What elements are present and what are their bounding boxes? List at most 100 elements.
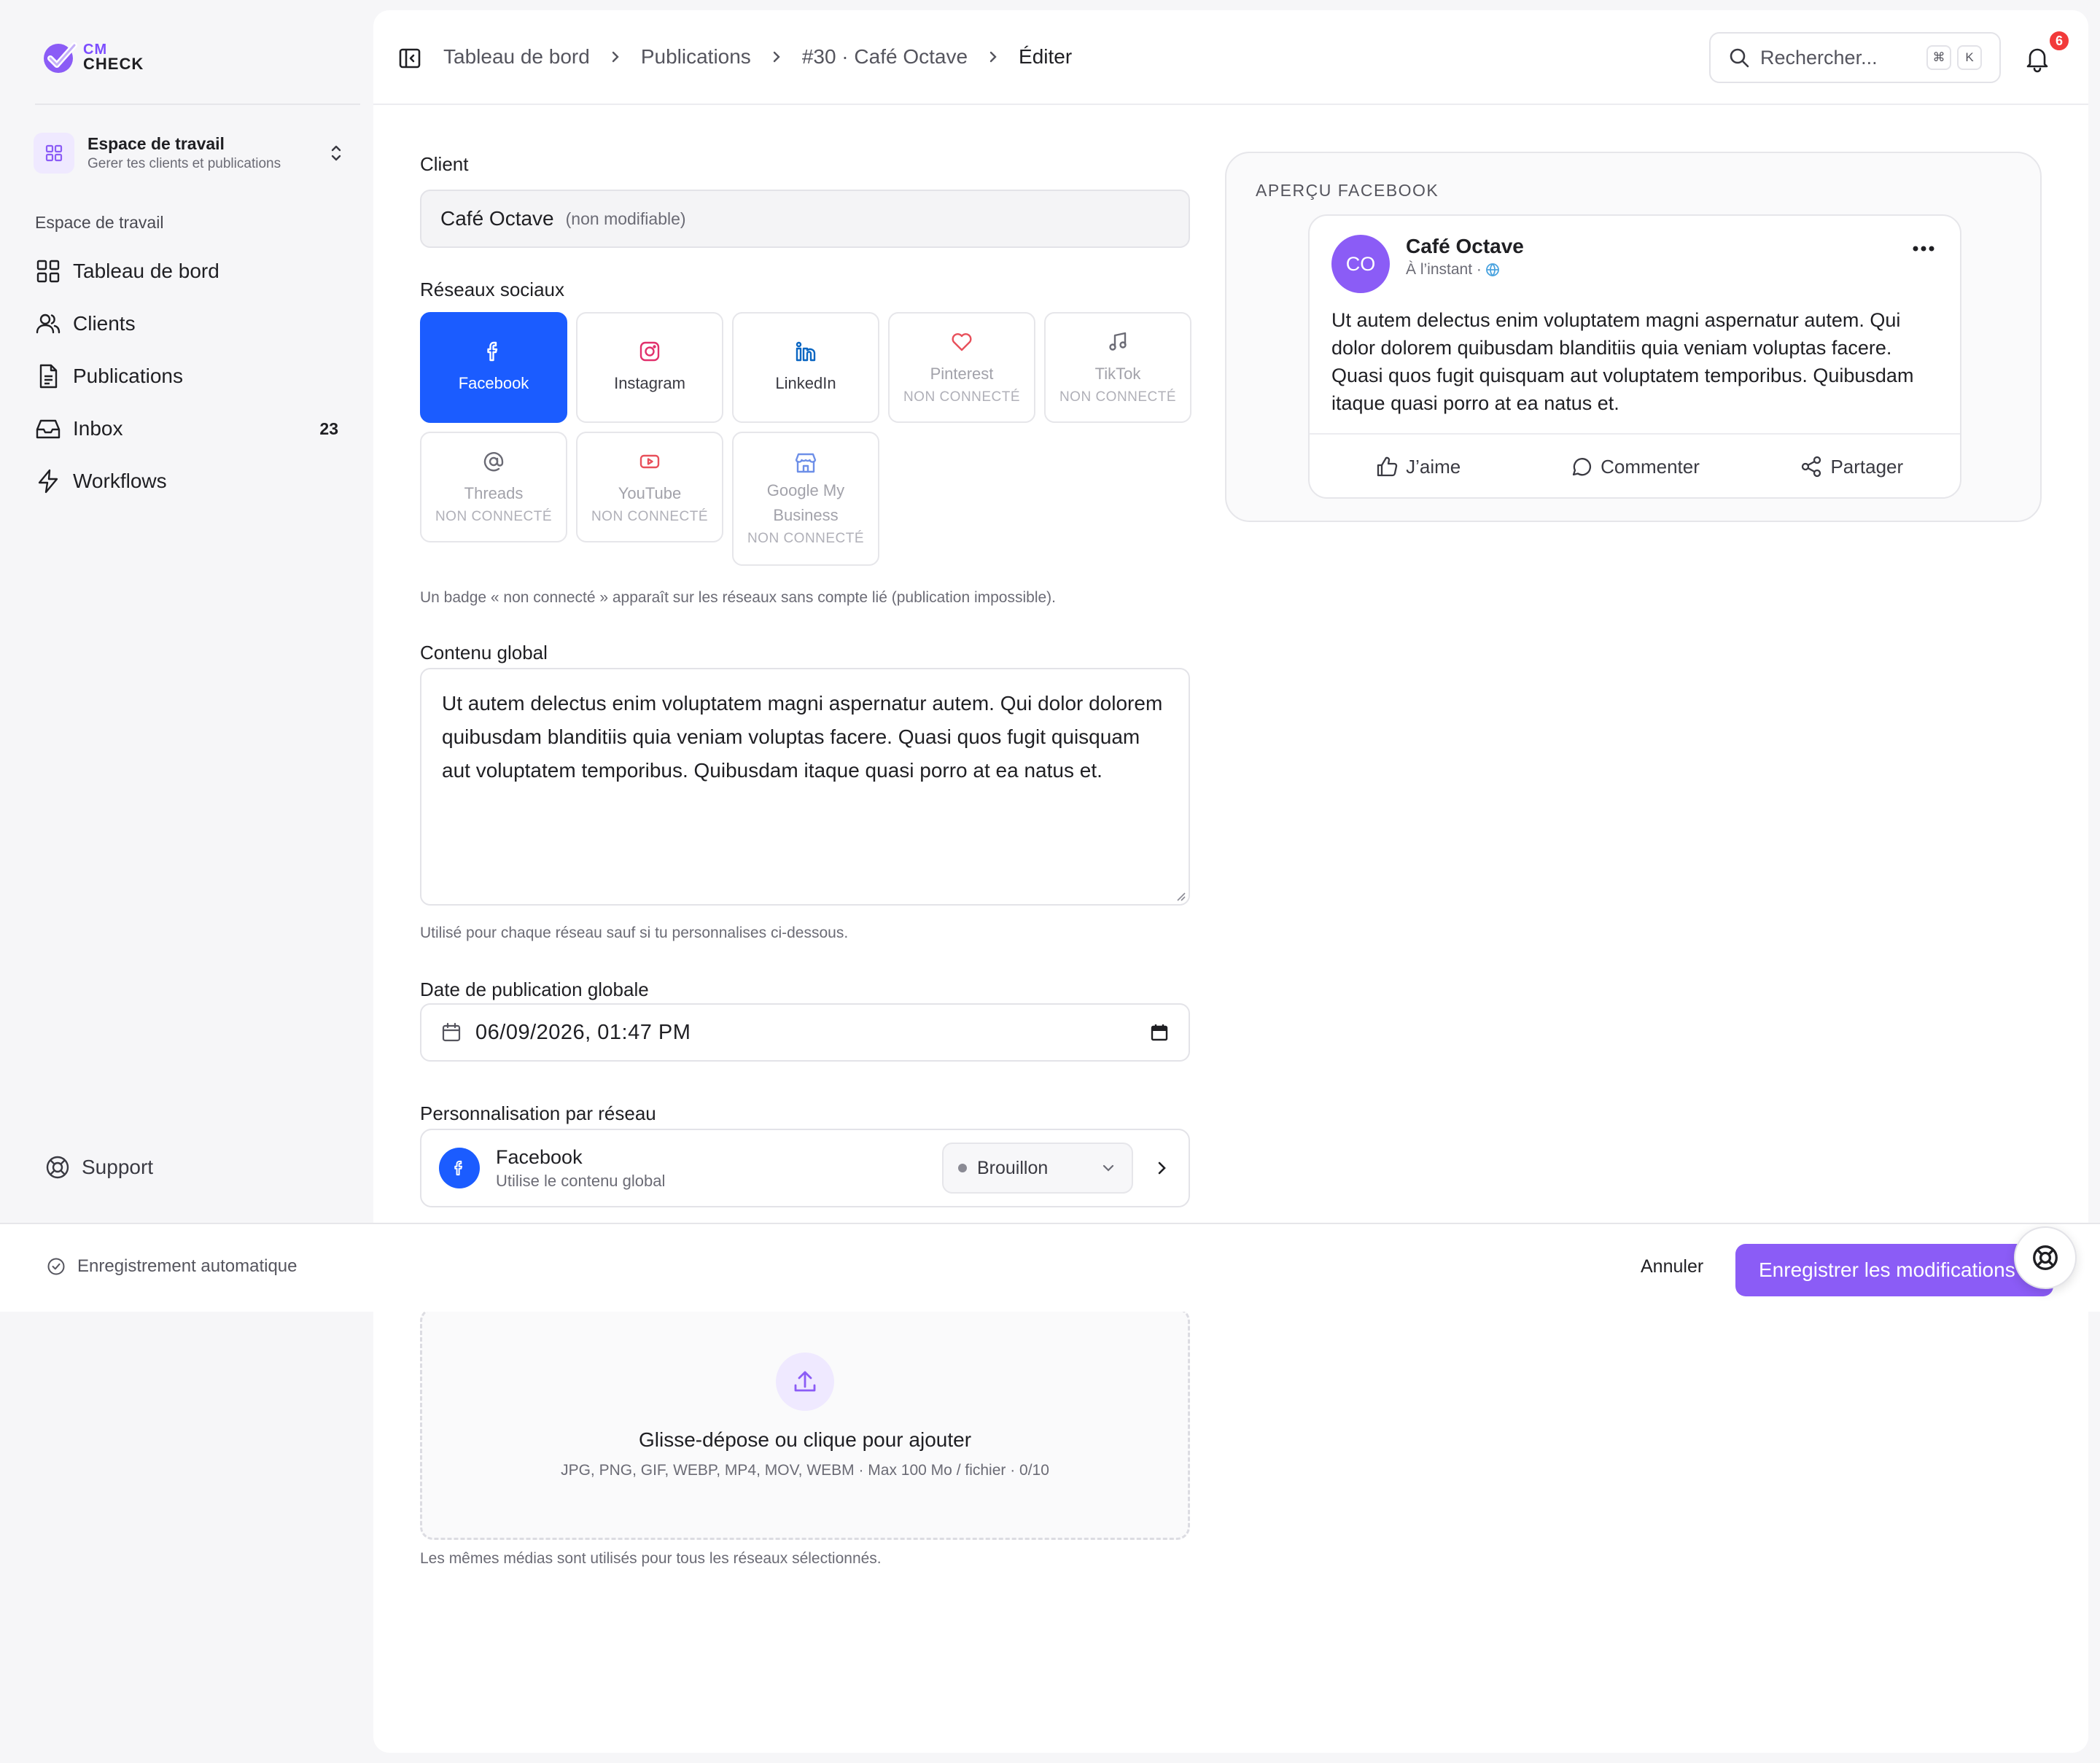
- sidebar-item-inbox[interactable]: Inbox 23: [32, 402, 346, 455]
- dashboard-icon: [36, 260, 60, 283]
- share-label: Partager: [1830, 455, 1904, 478]
- sidebar: CM CHECK Espace de travail Gerer tes cli…: [0, 0, 372, 1225]
- chevron-right-icon[interactable]: [1152, 1159, 1171, 1178]
- share-button[interactable]: Partager: [1743, 455, 1960, 478]
- help-button[interactable]: [2014, 1226, 2077, 1289]
- network-instagram[interactable]: Instagram: [576, 312, 723, 423]
- lifebuoy-icon: [46, 1156, 69, 1179]
- breadcrumb-publication[interactable]: #30 · Café Octave: [802, 45, 968, 69]
- not-connected-badge: NON CONNECTÉ: [1059, 389, 1177, 405]
- not-connected-badge: NON CONNECTÉ: [747, 531, 865, 546]
- network-name: YouTube: [618, 484, 682, 502]
- bell-icon[interactable]: [2023, 44, 2052, 73]
- sidebar-divider: [35, 104, 360, 105]
- lifebuoy-icon: [2033, 1245, 2058, 1270]
- search-input[interactable]: Rechercher... ⌘ K: [1709, 32, 2001, 83]
- lightning-icon: [38, 469, 58, 494]
- content-label: Contenu global: [420, 642, 548, 663]
- content-textarea[interactable]: Ut autem delectus enim voluptatem magni …: [420, 668, 1190, 906]
- not-connected-badge: NON CONNECTÉ: [903, 389, 1021, 405]
- breadcrumb-dashboard[interactable]: Tableau de bord: [443, 45, 590, 69]
- facebook-icon: [487, 341, 498, 362]
- comment-button[interactable]: Commenter: [1526, 455, 1743, 478]
- breadcrumb-publications[interactable]: Publications: [641, 45, 751, 69]
- network-threads[interactable]: Threads NON CONNECTÉ: [420, 432, 567, 542]
- preview-post-card: CO Café Octave À l’instant · Ut autem de…: [1308, 214, 1961, 499]
- facebook-icon: [439, 1148, 480, 1188]
- preview-label: APERÇU FACEBOOK: [1256, 181, 1439, 200]
- network-tiktok[interactable]: TikTok NON CONNECTÉ: [1044, 312, 1191, 423]
- sidebar-toggle-icon[interactable]: [398, 47, 421, 70]
- client-field: Café Octave (non modifiable): [420, 190, 1190, 248]
- network-name: TikTok: [1094, 365, 1141, 383]
- client-label: Client: [420, 153, 469, 175]
- personalization-row-facebook[interactable]: Facebook Utilise le contenu global Broui…: [420, 1129, 1190, 1207]
- upload-subtitle: JPG, PNG, GIF, WEBP, MP4, MOV, WEBM · Ma…: [561, 1462, 1049, 1479]
- network-name: Pinterest: [930, 365, 994, 383]
- network-name: Threads: [464, 484, 524, 502]
- sidebar-item-label: Tableau de bord: [73, 260, 219, 282]
- network-linkedin[interactable]: LinkedIn: [732, 312, 879, 423]
- notification-count-badge: 6: [2048, 29, 2071, 52]
- search-icon: [1730, 48, 1749, 68]
- heart-icon: [952, 333, 972, 351]
- sidebar-item-workflows[interactable]: Workflows: [32, 455, 346, 507]
- network-google-my-business[interactable]: Google My Business NON CONNECTÉ: [732, 432, 879, 566]
- sidebar-item-dashboard[interactable]: Tableau de bord: [32, 245, 346, 297]
- workspace-subtitle: Gerer tes clients et publications: [88, 156, 281, 171]
- inbox-count-badge: 23: [319, 419, 338, 438]
- status-value: Brouillon: [977, 1157, 1049, 1178]
- logo[interactable]: CM CHECK: [41, 38, 144, 76]
- date-input[interactable]: 06/09/2026, 01:47 PM: [420, 1003, 1190, 1062]
- resize-handle-icon[interactable]: [1174, 890, 1186, 901]
- calendar-icon: [442, 1022, 461, 1042]
- status-select[interactable]: Brouillon: [942, 1143, 1133, 1194]
- facebook-preview: APERÇU FACEBOOK CO Café Octave À l’insta…: [1225, 152, 2042, 522]
- comment-icon: [1572, 458, 1592, 476]
- save-button[interactable]: Enregistrer les modifications: [1735, 1244, 2053, 1296]
- preview-timestamp: À l’instant ·: [1406, 261, 1501, 279]
- linkedin-icon: [796, 341, 816, 362]
- sidebar-item-label: Clients: [73, 312, 136, 335]
- instagram-icon: [639, 341, 660, 362]
- workspace-title: Espace de travail: [88, 134, 225, 153]
- more-options-icon[interactable]: [1909, 238, 1938, 260]
- chevron-up-down-icon: [331, 145, 341, 161]
- cancel-button[interactable]: Annuler: [1641, 1256, 1703, 1277]
- sidebar-item-publications[interactable]: Publications: [32, 350, 346, 402]
- main-panel: Tableau de bord Publications #30 · Café …: [373, 10, 2088, 1753]
- sidebar-item-label: Workflows: [73, 470, 167, 492]
- client-note: (non modifiable): [565, 209, 686, 228]
- network-youtube[interactable]: YouTube NON CONNECTÉ: [576, 432, 723, 542]
- personalization-label: Personnalisation par réseau: [420, 1102, 656, 1124]
- workspace-switcher[interactable]: Espace de travail Gerer tes clients et p…: [34, 125, 347, 181]
- network-facebook[interactable]: Facebook: [420, 312, 567, 423]
- calendar-picker-icon[interactable]: [1149, 1022, 1170, 1043]
- networks-help: Un badge « non connecté » apparaît sur l…: [420, 589, 1057, 606]
- breadcrumb: Tableau de bord Publications #30 · Café …: [443, 45, 1072, 69]
- media-dropzone[interactable]: Glisse-dépose ou clique pour ajouter JPG…: [420, 1308, 1190, 1540]
- search-placeholder: Rechercher...: [1760, 46, 1878, 69]
- sidebar-item-label: Publications: [73, 365, 183, 387]
- chevron-right-icon: [989, 51, 997, 63]
- network-pinterest[interactable]: Pinterest NON CONNECTÉ: [888, 312, 1035, 423]
- support-link[interactable]: Support: [45, 1155, 153, 1180]
- action-bar: Enregistrement automatique Annuler Enreg…: [0, 1223, 2100, 1312]
- document-icon: [39, 364, 58, 389]
- upload-icon: [776, 1353, 834, 1411]
- sidebar-nav: Tableau de bord Clients Publications Inb…: [32, 245, 346, 507]
- sidebar-item-clients[interactable]: Clients: [32, 297, 346, 350]
- top-bar: Tableau de bord Publications #30 · Café …: [373, 10, 2088, 105]
- upload-help: Les mêmes médias sont utilisés pour tous…: [420, 1550, 882, 1567]
- users-icon: [36, 314, 61, 334]
- chevron-right-icon: [612, 51, 619, 63]
- like-button[interactable]: J’aime: [1310, 455, 1526, 478]
- status-dot: [958, 1164, 967, 1172]
- comment-label: Commenter: [1601, 455, 1700, 478]
- inbox-icon: [36, 419, 61, 439]
- at-sign-icon: [483, 452, 504, 472]
- personalization-network-name: Facebook: [496, 1145, 583, 1168]
- chevron-down-icon: [1102, 1164, 1114, 1172]
- youtube-icon: [639, 454, 660, 469]
- store-icon: [795, 453, 817, 473]
